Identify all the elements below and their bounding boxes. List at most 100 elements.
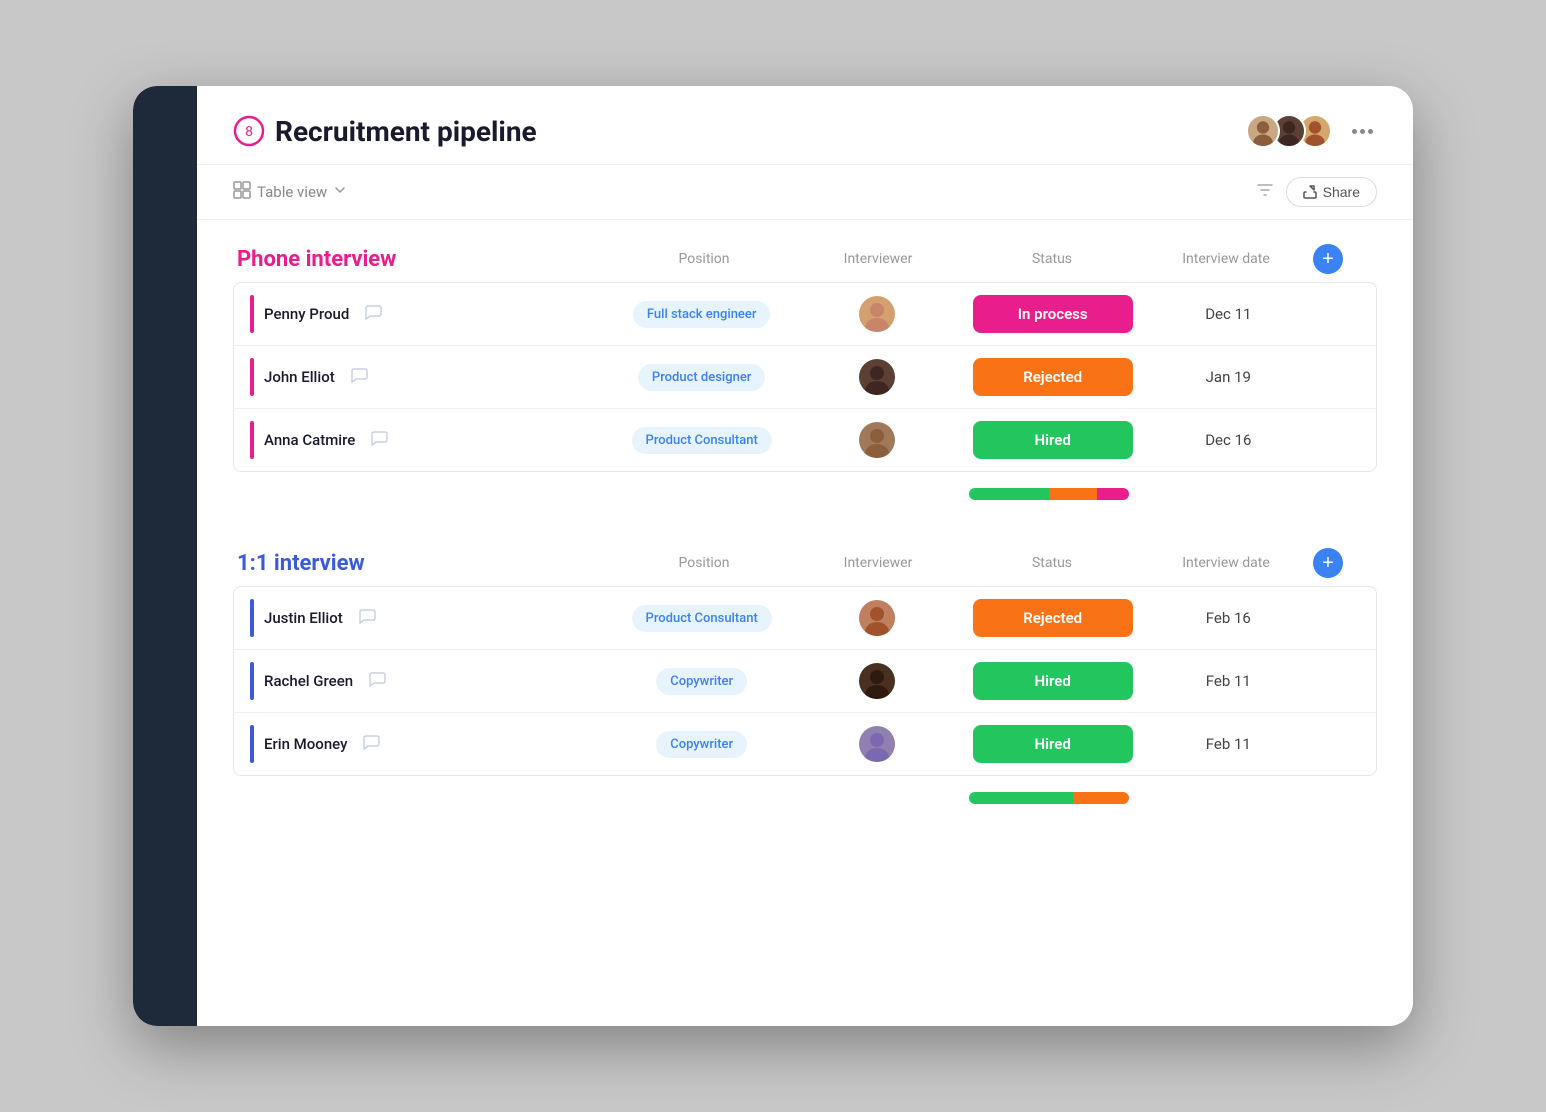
candidate-name: Erin Mooney <box>264 735 347 753</box>
position-badge: Product Consultant <box>632 427 772 454</box>
date-cell: Dec 16 <box>1141 419 1316 461</box>
table-row: Penny Proud Full stack engineer <box>234 283 1376 346</box>
status-cell: Hired <box>965 650 1141 712</box>
view-label: Table view <box>257 183 327 201</box>
more-options-button[interactable] <box>1348 125 1377 138</box>
dot-1 <box>1352 129 1357 134</box>
avatar <box>859 600 895 636</box>
header: 8 Recruitment pipeline <box>197 86 1413 165</box>
col-header-position-2: Position <box>617 555 791 571</box>
progress-bar-row-1 <box>233 472 1377 508</box>
interviewer-cell <box>789 588 964 648</box>
one-on-one-table: Justin Elliot Product Consultant <box>233 586 1377 776</box>
position-badge: Product Consultant <box>632 605 772 632</box>
interviewer-cell <box>789 284 964 344</box>
row-indicator <box>250 599 254 637</box>
header-left: 8 Recruitment pipeline <box>233 115 537 148</box>
table-icon <box>233 181 251 203</box>
chat-icon[interactable] <box>357 606 377 631</box>
position-cell: Product Consultant <box>614 415 789 466</box>
date-cell: Feb 11 <box>1141 660 1316 702</box>
status-badge: In process <box>973 295 1133 333</box>
progress-segment-green-2 <box>969 792 1073 804</box>
col-header-position-1: Position <box>617 251 791 267</box>
chat-icon[interactable] <box>349 365 369 390</box>
position-cell: Copywriter <box>614 656 789 707</box>
date-cell: Feb 16 <box>1141 597 1316 639</box>
candidate-cell: Justin Elliot <box>234 587 614 649</box>
status-cell: Rejected <box>965 587 1141 649</box>
view-selector[interactable]: Table view <box>233 181 347 203</box>
svg-text:8: 8 <box>245 124 253 140</box>
candidate-name: Justin Elliot <box>264 609 343 627</box>
position-badge: Product designer <box>638 364 765 391</box>
candidate-name: Rachel Green <box>264 672 353 690</box>
progress-segment-orange-2 <box>1073 792 1129 804</box>
filter-icon[interactable] <box>1256 181 1274 203</box>
candidate-name: John Elliot <box>264 368 335 386</box>
chat-icon[interactable] <box>367 669 387 694</box>
col-header-interviewer-2: Interviewer <box>791 555 965 571</box>
interviewer-cell <box>789 651 964 711</box>
row-indicator <box>250 421 254 459</box>
status-cell: Hired <box>965 409 1141 471</box>
table-row: Erin Mooney Copywriter <box>234 713 1376 775</box>
position-cell: Full stack engineer <box>614 289 789 340</box>
date-cell: Jan 19 <box>1141 356 1316 398</box>
main-content: 8 Recruitment pipeline <box>197 86 1413 1026</box>
table-row: Anna Catmire Product Consultant <box>234 409 1376 471</box>
position-cell: Product Consultant <box>614 593 789 644</box>
chevron-down-icon <box>333 183 347 201</box>
position-badge: Copywriter <box>656 731 747 758</box>
progress-bar-1 <box>969 488 1129 500</box>
section-one-on-one: 1:1 interview Position Interviewer Statu… <box>233 548 1377 812</box>
candidate-cell: Anna Catmire <box>234 409 614 471</box>
add-column-button-2[interactable]: + <box>1313 548 1343 578</box>
col-header-interviewer-1: Interviewer <box>791 251 965 267</box>
avatar <box>859 422 895 458</box>
status-badge: Hired <box>973 421 1133 459</box>
candidate-cell: Penny Proud <box>234 283 614 345</box>
interviewer-cell <box>789 714 964 774</box>
row-indicator <box>250 725 254 763</box>
toolbar: Table view Sh <box>197 165 1413 220</box>
table-row: John Elliot Product designer <box>234 346 1376 409</box>
share-button[interactable]: Share <box>1286 177 1377 207</box>
status-badge: Rejected <box>973 358 1133 396</box>
row-indicator <box>250 295 254 333</box>
toolbar-right: Share <box>1256 177 1377 207</box>
dot-3 <box>1368 129 1373 134</box>
avatar <box>859 726 895 762</box>
share-label: Share <box>1323 184 1360 200</box>
content-area: Phone interview Position Interviewer Sta… <box>197 220 1413 1026</box>
position-cell: Copywriter <box>614 719 789 770</box>
progress-bar-2 <box>969 792 1129 804</box>
app-logo-icon: 8 <box>233 115 265 147</box>
candidate-name: Penny Proud <box>264 305 349 323</box>
progress-segment-orange <box>1049 488 1097 500</box>
avatar-1 <box>1246 114 1280 148</box>
candidate-cell: Erin Mooney <box>234 713 614 775</box>
chat-icon[interactable] <box>363 302 383 327</box>
chat-icon[interactable] <box>361 732 381 757</box>
table-row: Rachel Green Copywriter <box>234 650 1376 713</box>
status-cell: In process <box>965 283 1141 345</box>
col-header-status-2: Status <box>965 555 1139 571</box>
col-header-date-2: Interview date <box>1139 555 1313 571</box>
status-badge: Hired <box>973 662 1133 700</box>
progress-segment-pink <box>1097 488 1129 500</box>
avatar-group <box>1246 114 1332 148</box>
date-cell: Feb 11 <box>1141 723 1316 765</box>
dot-2 <box>1360 129 1365 134</box>
chat-icon[interactable] <box>369 428 389 453</box>
status-badge: Rejected <box>973 599 1133 637</box>
position-badge: Copywriter <box>656 668 747 695</box>
progress-bar-row-2 <box>233 776 1377 812</box>
add-column-button-1[interactable]: + <box>1313 244 1343 274</box>
section-title-phone: Phone interview <box>237 247 617 272</box>
avatar <box>859 359 895 395</box>
position-badge: Full stack engineer <box>633 301 771 328</box>
date-cell: Dec 11 <box>1141 293 1316 335</box>
avatar <box>859 663 895 699</box>
row-indicator <box>250 358 254 396</box>
